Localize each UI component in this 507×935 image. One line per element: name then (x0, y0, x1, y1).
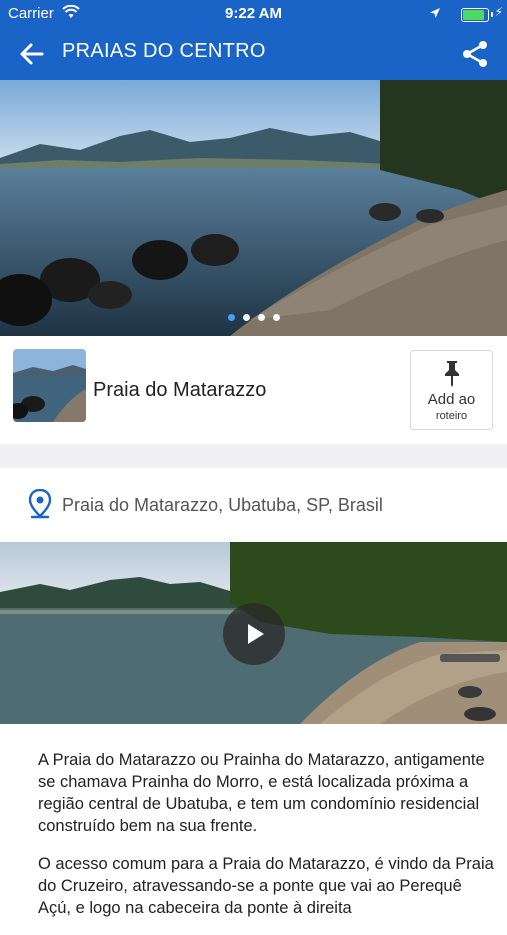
back-arrow-icon[interactable] (14, 36, 50, 72)
page-dot[interactable] (227, 314, 235, 321)
map-pin-icon (28, 488, 52, 519)
page-title: PRAIAS DO CENTRO (62, 40, 266, 62)
status-bar: Carrier 9:22 AM ⚡︎ (0, 0, 507, 28)
pushpin-icon (441, 359, 463, 387)
address-row[interactable]: Praia do Matarazzo, Ubatuba, SP, Brasil (0, 468, 507, 542)
video-player[interactable] (0, 542, 507, 724)
battery-level-fill (463, 10, 484, 20)
section-divider (0, 444, 507, 468)
battery-tip (491, 12, 493, 17)
page-dot[interactable] (257, 314, 265, 321)
add-button-label-line2: roteiro (435, 410, 468, 422)
navigation-bar: PRAIAS DO CENTRO (0, 28, 507, 80)
add-button-label-line1: Add ao (427, 391, 476, 408)
description-paragraph: O acesso comum para a Praia do Matarazzo… (38, 855, 494, 917)
photo-gallery[interactable] (0, 80, 507, 336)
beach-panorama-photo (0, 80, 507, 336)
gallery-page-indicator (0, 308, 507, 326)
page-dot[interactable] (242, 314, 250, 321)
place-name: Praia do Matarazzo (93, 379, 267, 401)
add-to-itinerary-button[interactable]: Add ao roteiro (410, 350, 493, 430)
share-icon[interactable] (457, 36, 493, 72)
beach-thumbnail-photo (13, 349, 86, 422)
charging-bolt-icon: ⚡︎ (494, 5, 503, 19)
page-dot[interactable] (272, 314, 280, 321)
address-text: Praia do Matarazzo, Ubatuba, SP, Brasil (62, 495, 383, 515)
location-arrow-icon (429, 6, 441, 23)
description-paragraph: A Praia do Matarazzo ou Prainha do Matar… (38, 751, 485, 835)
place-description: A Praia do Matarazzo ou Prainha do Matar… (38, 749, 498, 935)
play-icon[interactable] (223, 603, 285, 665)
battery-icon (461, 8, 489, 22)
